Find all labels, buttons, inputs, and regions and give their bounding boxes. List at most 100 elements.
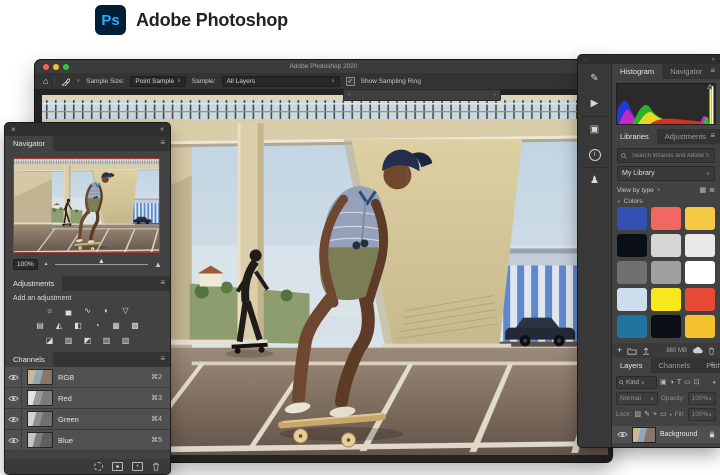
color-swatch[interactable] (617, 288, 647, 311)
tool-preset-chevron-icon[interactable]: ∨ (76, 78, 80, 84)
lock-artboard-icon[interactable]: ▭ (660, 411, 667, 418)
tab-channels-right[interactable]: Channels (651, 358, 699, 373)
timeline-panel-icon[interactable]: ▣ (578, 117, 611, 142)
filter-smart-object-icon[interactable]: ⊡ (694, 379, 700, 386)
save-selection-as-channel-icon[interactable] (112, 462, 123, 471)
new-channel-icon[interactable]: + (132, 462, 143, 471)
collapse-to-icons-icon[interactable]: « (160, 126, 164, 133)
tab-navigator-right[interactable]: Navigator (662, 64, 710, 79)
exposure-icon[interactable]: ◐ (100, 305, 113, 316)
photo-filter-icon[interactable]: ◔ (91, 320, 104, 331)
lock-transparency-icon[interactable]: ▨ (635, 411, 642, 418)
tab-adjustments[interactable]: Adjustments (5, 276, 62, 291)
visibility-eye-icon[interactable] (5, 430, 22, 450)
gradient-map-icon[interactable]: ▥ (100, 335, 113, 346)
layer-row-background[interactable]: Background (612, 426, 720, 443)
blend-mode-select[interactable]: Normal ∨ (616, 392, 658, 405)
actions-panel-icon[interactable]: ▶ (578, 91, 611, 116)
tab-adjustments-right[interactable]: Adjustments (657, 129, 714, 144)
tab-histogram[interactable]: Histogram (612, 64, 662, 79)
share-upload-icon[interactable] (642, 347, 650, 355)
sample-select[interactable]: All Layers ∨ (222, 76, 340, 87)
tab-layers[interactable]: Layers (612, 358, 651, 373)
color-swatch[interactable] (651, 207, 681, 230)
close-icon[interactable]: × (348, 92, 351, 98)
panel-menu-icon[interactable]: ≡ (160, 355, 165, 363)
filter-adjustment-layers-icon[interactable]: ◑ (670, 379, 674, 386)
color-swatch[interactable] (651, 234, 681, 257)
channel-row-rgb[interactable]: RGB ⌘2 (5, 367, 170, 388)
cloud-sync-icon[interactable] (692, 347, 703, 354)
panel-menu-icon[interactable]: ≡ (160, 279, 165, 287)
library-select[interactable]: My Library ∨ (617, 166, 715, 181)
selective-color-icon[interactable]: ▧ (119, 335, 132, 346)
panel-menu-icon[interactable]: ≡ (710, 67, 715, 75)
posterize-icon[interactable]: ▨ (62, 335, 75, 346)
delete-channel-icon[interactable] (152, 462, 160, 471)
visibility-eye-icon[interactable] (5, 367, 22, 387)
hue-saturation-icon[interactable]: ▤ (34, 320, 47, 331)
color-swatch[interactable] (685, 288, 715, 311)
panel-menu-icon[interactable]: ≡ (710, 132, 715, 140)
minimize-window-button[interactable] (53, 64, 59, 70)
filter-kind-select[interactable]: Kind ∨ (616, 376, 657, 389)
tab-channels[interactable]: Channels (5, 352, 53, 367)
zoom-window-button[interactable] (63, 64, 69, 70)
expand-panels-icon[interactable]: » (712, 57, 715, 63)
library-search-input[interactable] (630, 152, 711, 160)
visibility-eye-icon[interactable] (5, 409, 22, 429)
channel-mixer-icon[interactable]: ▦ (110, 320, 123, 331)
filter-type-layers-icon[interactable]: T (677, 379, 681, 386)
close-window-button[interactable] (43, 64, 49, 70)
brushes-panel-icon[interactable]: ✎ (578, 66, 611, 91)
eyedropper-tool-icon[interactable] (61, 77, 70, 86)
color-swatch[interactable] (651, 261, 681, 284)
list-view-icon[interactable]: ≣ (709, 187, 715, 194)
channel-row-green[interactable]: Green ⌘4 (5, 409, 170, 430)
channel-row-red[interactable]: Red ⌘3 (5, 388, 170, 409)
opacity-select[interactable]: 100% ∨ (688, 392, 716, 405)
color-swatch[interactable] (617, 315, 647, 338)
tab-paths[interactable]: Paths (698, 358, 720, 373)
zoom-percent-field[interactable]: 100% (13, 259, 38, 270)
grid-view-icon[interactable]: ▦ (700, 187, 707, 194)
warning-refresh-icon[interactable]: ⚠ (707, 84, 713, 92)
sample-size-select[interactable]: Point Sample ∨ (130, 76, 185, 87)
panel-menu-icon[interactable]: ≡ (710, 361, 715, 369)
clone-source-panel-icon[interactable]: ♟ (578, 168, 611, 193)
close-icon[interactable]: × (11, 125, 16, 134)
fill-select[interactable]: 100% ∨ (688, 408, 716, 421)
zoom-slider-thumb[interactable]: ▲ (98, 258, 105, 265)
visibility-eye-icon[interactable] (5, 388, 22, 408)
filter-pixel-layers-icon[interactable]: ▣ (660, 379, 667, 386)
threshold-icon[interactable]: ◩ (81, 335, 94, 346)
color-balance-icon[interactable]: ◭ (53, 320, 66, 331)
lock-position-icon[interactable]: + (653, 411, 657, 418)
home-icon[interactable]: ⌂ (43, 77, 48, 86)
delete-icon[interactable] (708, 347, 715, 355)
show-sampling-ring-checkbox[interactable]: ✓ (346, 77, 355, 86)
library-search-box[interactable] (617, 148, 715, 163)
levels-icon[interactable]: ▄ (62, 305, 75, 316)
color-swatch[interactable] (685, 234, 715, 257)
load-selection-icon[interactable] (94, 462, 103, 471)
lock-all-icon[interactable] (670, 411, 672, 418)
color-swatch[interactable] (651, 315, 681, 338)
new-library-folder-icon[interactable] (627, 347, 637, 355)
color-swatch[interactable] (651, 288, 681, 311)
view-by-type-label[interactable]: View by type (617, 187, 654, 194)
zoom-in-icon[interactable]: ▲ (154, 261, 162, 269)
zoom-slider[interactable]: ▲ (55, 264, 149, 265)
black-white-icon[interactable]: ◧ (72, 320, 85, 331)
filter-toggle-icon[interactable]: ● (712, 380, 716, 386)
color-swatch[interactable] (685, 261, 715, 284)
navigator-proxy-view[interactable] (13, 158, 160, 253)
lock-pixels-icon[interactable]: ✎ (644, 411, 650, 418)
color-swatch[interactable] (617, 234, 647, 257)
channel-row-blue[interactable]: Blue ⌘5 (5, 430, 170, 451)
color-swatch[interactable] (685, 315, 715, 338)
vibrance-icon[interactable]: ▽ (119, 305, 132, 316)
collapse-icon[interactable]: » (493, 92, 496, 98)
info-panel-icon[interactable]: i (578, 142, 611, 167)
color-swatch[interactable] (617, 207, 647, 230)
